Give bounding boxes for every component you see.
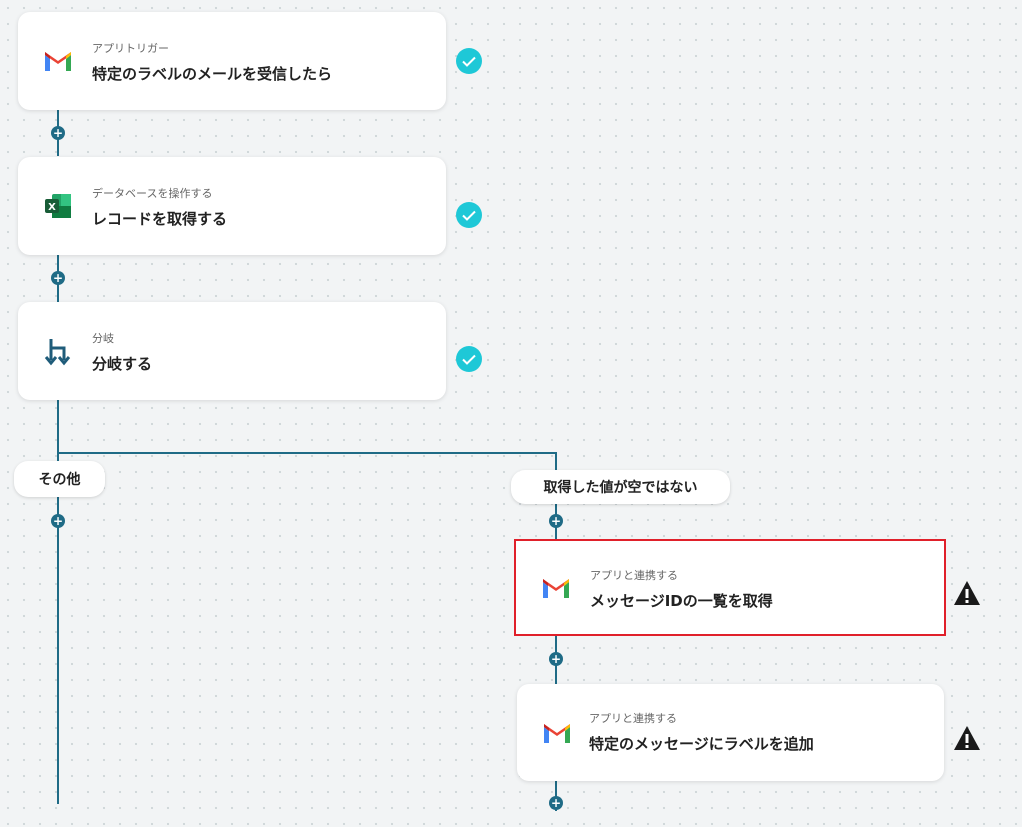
connector-line <box>57 452 556 454</box>
step-subtitle: アプリトリガー <box>92 42 169 55</box>
step-card-add-label[interactable]: アプリと連携する 特定のメッセージにラベルを追加 <box>517 684 944 781</box>
step-title: 特定のメッセージにラベルを追加 <box>589 735 814 753</box>
svg-text:X: X <box>48 202 56 213</box>
add-step-button[interactable]: + <box>51 514 65 528</box>
gmail-icon <box>543 578 569 598</box>
step-subtitle: データベースを操作する <box>92 187 213 200</box>
add-step-button[interactable]: + <box>51 271 65 285</box>
branch-label-other[interactable]: その他 <box>14 461 105 497</box>
add-step-button[interactable]: + <box>51 126 65 140</box>
step-title: レコードを取得する <box>92 210 228 228</box>
connector-line <box>555 452 557 470</box>
step-card-get-message-ids[interactable]: アプリと連携する メッセージIDの一覧を取得 <box>514 539 946 636</box>
step-card-get-records[interactable]: X データベースを操作する レコードを取得する <box>18 157 446 255</box>
step-card-branch[interactable]: 分岐 分岐する <box>18 302 446 400</box>
warning-icon <box>954 726 980 750</box>
step-title: メッセージIDの一覧を取得 <box>590 592 773 610</box>
branch-label-not-empty[interactable]: 取得した値が空ではない <box>511 470 730 504</box>
add-step-button[interactable]: + <box>549 796 563 810</box>
step-title: 分岐する <box>92 355 153 373</box>
check-icon <box>456 346 482 372</box>
step-subtitle: アプリと連携する <box>589 712 677 725</box>
branch-icon <box>44 339 71 366</box>
add-step-button[interactable]: + <box>549 652 563 666</box>
warning-icon <box>954 581 980 605</box>
check-icon <box>456 48 482 74</box>
excel-icon: X <box>45 194 71 218</box>
gmail-icon <box>45 52 71 71</box>
step-subtitle: アプリと連携する <box>590 569 678 582</box>
step-title: 特定のラベルのメールを受信したら <box>92 65 333 83</box>
step-card-trigger[interactable]: アプリトリガー 特定のラベルのメールを受信したら <box>18 12 446 110</box>
add-step-button[interactable]: + <box>549 514 563 528</box>
gmail-icon <box>544 723 570 743</box>
check-icon <box>456 202 482 228</box>
step-subtitle: 分岐 <box>92 332 114 345</box>
